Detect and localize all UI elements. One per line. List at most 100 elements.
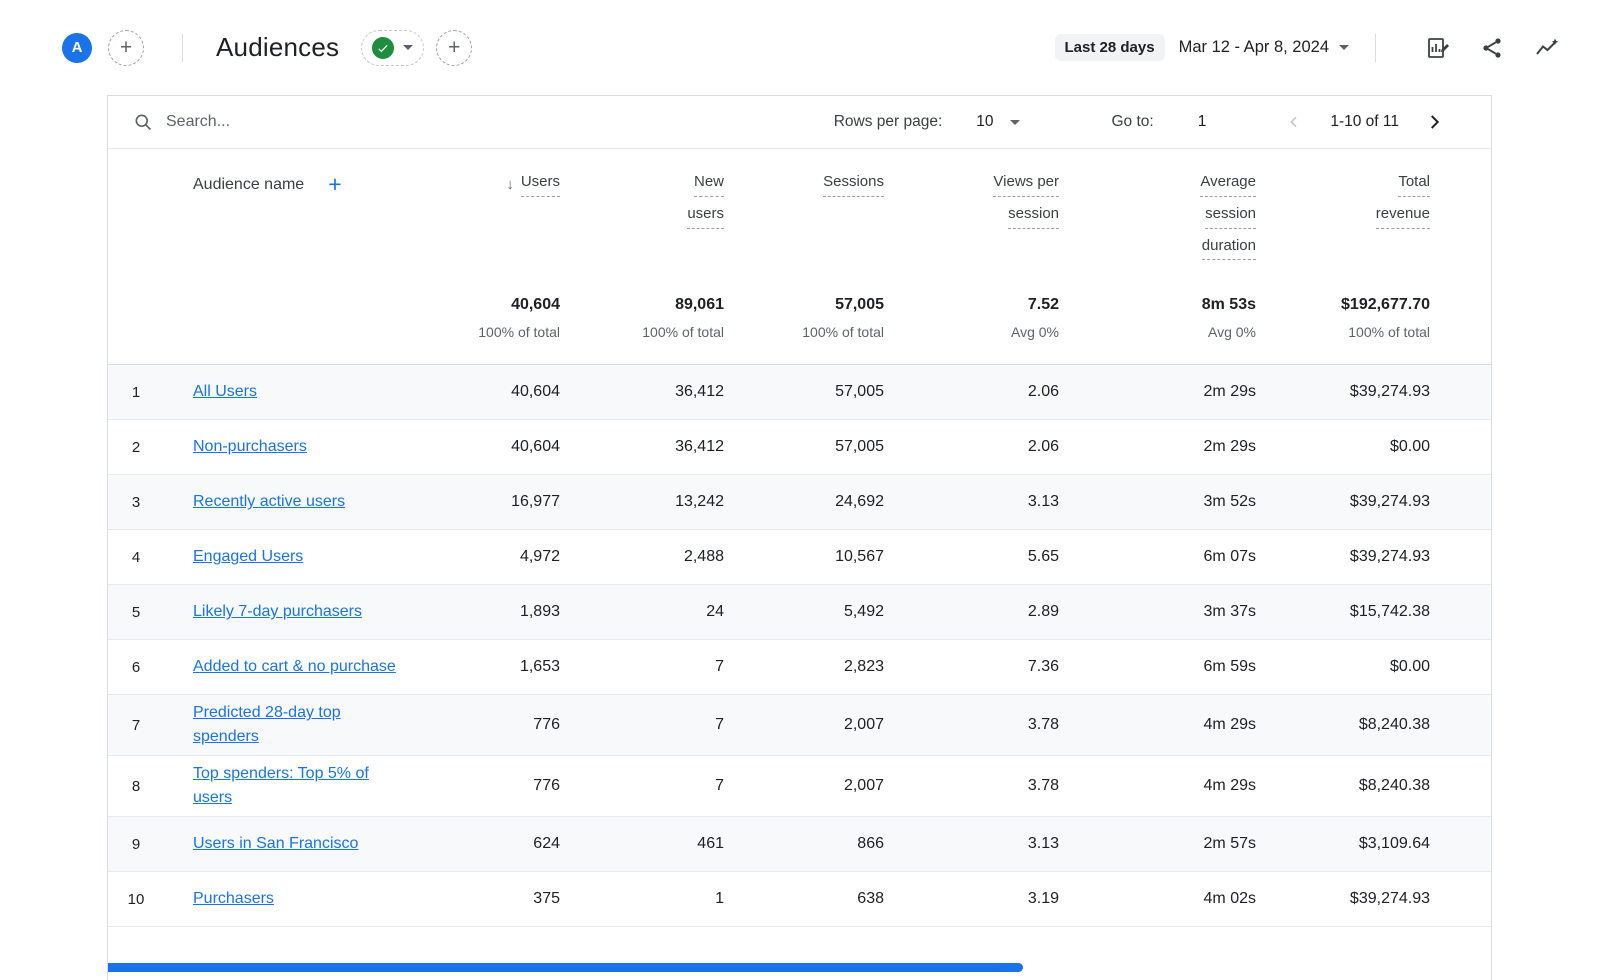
account-avatar[interactable]: A — [62, 33, 92, 63]
plus-icon: + — [448, 36, 460, 60]
column-header-sessions[interactable]: Sessions — [724, 169, 884, 205]
total-sessions: 57,005100% of total — [724, 296, 884, 340]
share-icon[interactable] — [1480, 35, 1506, 61]
previous-page-button[interactable] — [1286, 113, 1304, 131]
audience-name-cell: Top spenders: Top 5% of users — [164, 762, 432, 810]
insights-icon[interactable] — [1534, 35, 1560, 61]
table-row: 10 Purchasers 37516383.194m 02s$39,274.9… — [108, 872, 1491, 927]
table-row: 3 Recently active users 16,97713,24224,6… — [108, 475, 1491, 530]
metric-cell: 7.36 — [884, 658, 1059, 676]
row-index: 6 — [108, 659, 164, 676]
metric-cell: 2,007 — [724, 777, 884, 795]
metric-cell: 24,692 — [724, 493, 884, 511]
customize-report-icon[interactable] — [1426, 35, 1452, 61]
audience-link[interactable]: Predicted 28-day top spenders — [193, 701, 405, 749]
metric-cell: 36,412 — [560, 438, 724, 456]
audience-link[interactable]: Users in San Francisco — [193, 832, 358, 856]
add-filter-button[interactable]: + — [436, 30, 472, 66]
rows-per-page-value: 10 — [976, 113, 993, 131]
metric-cell: 776 — [432, 777, 560, 795]
metric-cell: 4m 02s — [1059, 890, 1256, 908]
column-header-users[interactable]: ↓Users — [432, 169, 560, 205]
row-index: 8 — [108, 778, 164, 795]
audience-link[interactable]: Likely 7-day purchasers — [193, 600, 362, 624]
all-users-chip[interactable] — [361, 30, 424, 66]
plus-icon: + — [120, 36, 132, 60]
audience-link[interactable]: Engaged Users — [193, 545, 303, 569]
table-row: 6 Added to cart & no purchase 1,65372,82… — [108, 640, 1491, 695]
metric-cell: $8,240.38 — [1256, 777, 1430, 795]
column-header-average-session-duration[interactable]: Averagesessionduration — [1059, 169, 1256, 268]
metric-cell: 2m 29s — [1059, 438, 1256, 456]
metric-cell: 36,412 — [560, 383, 724, 401]
metric-cell: $39,274.93 — [1256, 383, 1430, 401]
table-row: 4 Engaged Users 4,9722,48810,5675.656m 0… — [108, 530, 1491, 585]
metric-cell: $8,240.38 — [1256, 716, 1430, 734]
date-range-text: Mar 12 - Apr 8, 2024 — [1179, 38, 1329, 57]
audience-link[interactable]: All Users — [193, 380, 257, 404]
metric-cell: $0.00 — [1256, 438, 1430, 456]
metric-cell: 2.06 — [884, 438, 1059, 456]
metric-cell: 2,488 — [560, 548, 724, 566]
metric-cell: 2,007 — [724, 716, 884, 734]
pagination: 1-10 of 11 — [1286, 113, 1443, 131]
metric-cell: 2.06 — [884, 383, 1059, 401]
audience-link[interactable]: Recently active users — [193, 490, 345, 514]
metric-cell: 40,604 — [432, 383, 560, 401]
metric-cell: 13,242 — [560, 493, 724, 511]
metric-cell: $0.00 — [1256, 658, 1430, 676]
row-index: 10 — [108, 891, 164, 908]
audience-name-cell: Non-purchasers — [164, 435, 432, 459]
go-to-input[interactable]: 1 — [1198, 113, 1207, 131]
date-range-picker[interactable]: Mar 12 - Apr 8, 2024 — [1179, 38, 1349, 57]
horizontal-scrollbar-thumb[interactable] — [108, 963, 1023, 972]
audience-link[interactable]: Top spenders: Top 5% of users — [193, 762, 405, 810]
divider — [1375, 34, 1376, 62]
search-icon — [133, 112, 153, 132]
rows-per-page-select[interactable]: 10 — [976, 113, 1019, 131]
metric-cell: 10,567 — [724, 548, 884, 566]
table-row: 8 Top spenders: Top 5% of users 77672,00… — [108, 756, 1491, 817]
audience-link[interactable]: Non-purchasers — [193, 435, 307, 459]
column-header-total-revenue[interactable]: Totalrevenue — [1256, 169, 1430, 237]
audience-link[interactable]: Purchasers — [193, 887, 274, 911]
audience-name-cell: Predicted 28-day top spenders — [164, 701, 432, 749]
metric-cell: 5,492 — [724, 603, 884, 621]
table-row: 9 Users in San Francisco 6244618663.132m… — [108, 817, 1491, 872]
metric-cell: 6m 59s — [1059, 658, 1256, 676]
search-input[interactable] — [166, 113, 466, 131]
go-to-label: Go to: — [1112, 113, 1154, 131]
page-title: Audiences — [216, 32, 339, 63]
sort-descending-icon: ↓ — [506, 176, 514, 193]
row-index: 3 — [108, 494, 164, 511]
app-header: A + Audiences + Last 28 days Mar 12 - Ap… — [0, 0, 1600, 95]
column-header-views-per-session[interactable]: Views persession — [884, 169, 1059, 237]
metric-cell: 3m 52s — [1059, 493, 1256, 511]
report-card: Rows per page: 10 Go to: 1 1-10 of 11 Au… — [107, 95, 1492, 980]
metric-cell: 776 — [432, 716, 560, 734]
metric-cell: 2,823 — [724, 658, 884, 676]
metric-cell: 3.78 — [884, 777, 1059, 795]
metric-cell: $39,274.93 — [1256, 890, 1430, 908]
header-actions: Last 28 days Mar 12 - Apr 8, 2024 — [1055, 34, 1560, 62]
audience-name-cell: Engaged Users — [164, 545, 432, 569]
add-audience-button[interactable]: + — [328, 173, 341, 196]
metric-cell: $39,274.93 — [1256, 493, 1430, 511]
metric-cell: 5.65 — [884, 548, 1059, 566]
add-comparison-button[interactable]: + — [108, 30, 144, 66]
metric-cell: 57,005 — [724, 383, 884, 401]
metric-cell: $3,109.64 — [1256, 835, 1430, 853]
metric-cell: 3.13 — [884, 835, 1059, 853]
column-header-new-users[interactable]: Newusers — [560, 169, 724, 237]
total-average-session-duration: 8m 53sAvg 0% — [1059, 296, 1256, 340]
audience-link[interactable]: Added to cart & no purchase — [193, 655, 396, 679]
table-row: 1 All Users 40,60436,41257,0052.062m 29s… — [108, 365, 1491, 420]
next-page-button[interactable] — [1425, 113, 1443, 131]
metric-cell: 375 — [432, 890, 560, 908]
audience-name-header: Audience name + — [164, 169, 432, 196]
row-index: 9 — [108, 836, 164, 853]
metric-cell: 4m 29s — [1059, 777, 1256, 795]
metric-cell: 16,977 — [432, 493, 560, 511]
audience-name-label: Audience name — [193, 176, 304, 194]
audience-name-cell: Purchasers — [164, 887, 432, 911]
